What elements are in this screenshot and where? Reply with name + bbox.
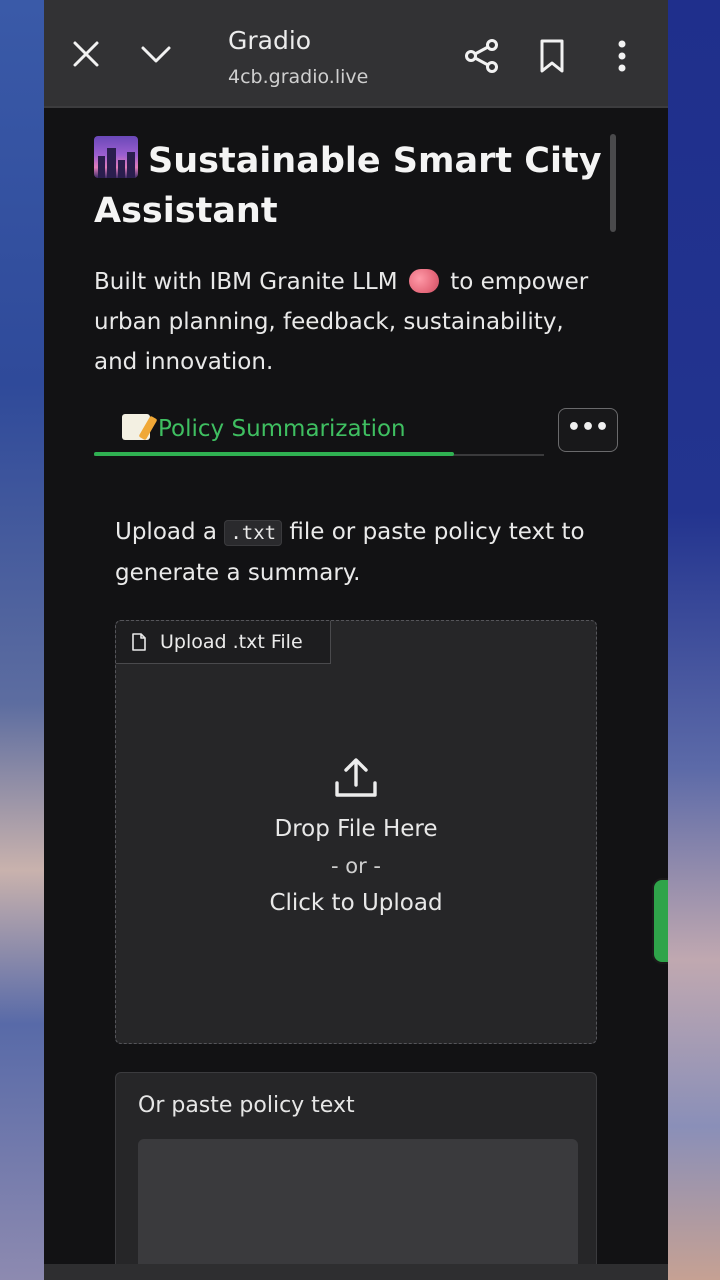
upload-label-text: Upload .txt File	[160, 631, 303, 653]
tab-bar: Policy Summarization •••	[94, 404, 668, 464]
file-upload-dropzone[interactable]: Upload .txt File Drop File Here - or - C…	[115, 620, 597, 1044]
upload-instructions: Upload a .txt file or paste policy text …	[115, 512, 615, 593]
policy-text-input[interactable]	[138, 1139, 578, 1280]
tab-label: Policy Summarization	[158, 416, 406, 442]
or-text: - or -	[331, 854, 381, 878]
more-vert-icon[interactable]	[616, 40, 628, 76]
description-text-1: Built with IBM Granite LLM	[94, 269, 398, 295]
brain-emoji-icon	[408, 269, 439, 293]
chevron-down-icon[interactable]	[140, 44, 172, 70]
share-icon[interactable]	[464, 38, 500, 78]
upload-prompt[interactable]: Drop File Here - or - Click to Upload	[116, 757, 596, 922]
upload-icon	[116, 757, 596, 803]
bookmark-icon[interactable]	[538, 38, 566, 78]
click-to-upload-text: Click to Upload	[269, 890, 443, 916]
background-right	[668, 0, 720, 1280]
close-icon[interactable]	[72, 40, 100, 72]
app-title-text: Sustainable Smart City Assistant	[94, 141, 602, 231]
upload-label: Upload .txt File	[116, 621, 331, 664]
instructions-text-1: Upload a	[115, 519, 217, 545]
bottom-edge	[44, 1264, 668, 1280]
page-title: Gradio	[228, 26, 312, 55]
app-title: Sustainable Smart City Assistant	[94, 136, 614, 236]
active-tab-indicator	[94, 452, 454, 456]
scrollbar[interactable]	[610, 134, 616, 232]
tab-policy-summarization[interactable]: Policy Summarization	[122, 414, 406, 442]
file-icon	[132, 624, 146, 666]
browser-window: Gradio 4cb.gradio.live Sustainable Smart	[44, 0, 668, 1280]
app-description: Built with IBM Granite LLM to empower ur…	[94, 262, 614, 382]
city-emoji-icon	[94, 136, 138, 178]
paste-text-block: Or paste policy text	[115, 1072, 597, 1280]
background-left	[0, 0, 44, 1280]
more-tabs-button[interactable]: •••	[558, 408, 618, 452]
file-extension-code: .txt	[224, 520, 283, 546]
floating-side-tab[interactable]	[652, 878, 668, 964]
drop-file-text: Drop File Here	[274, 816, 438, 842]
memo-emoji-icon	[122, 414, 150, 440]
page-url[interactable]: 4cb.gradio.live	[228, 66, 368, 88]
paste-label: Or paste policy text	[138, 1093, 355, 1118]
browser-toolbar: Gradio 4cb.gradio.live	[44, 0, 668, 108]
